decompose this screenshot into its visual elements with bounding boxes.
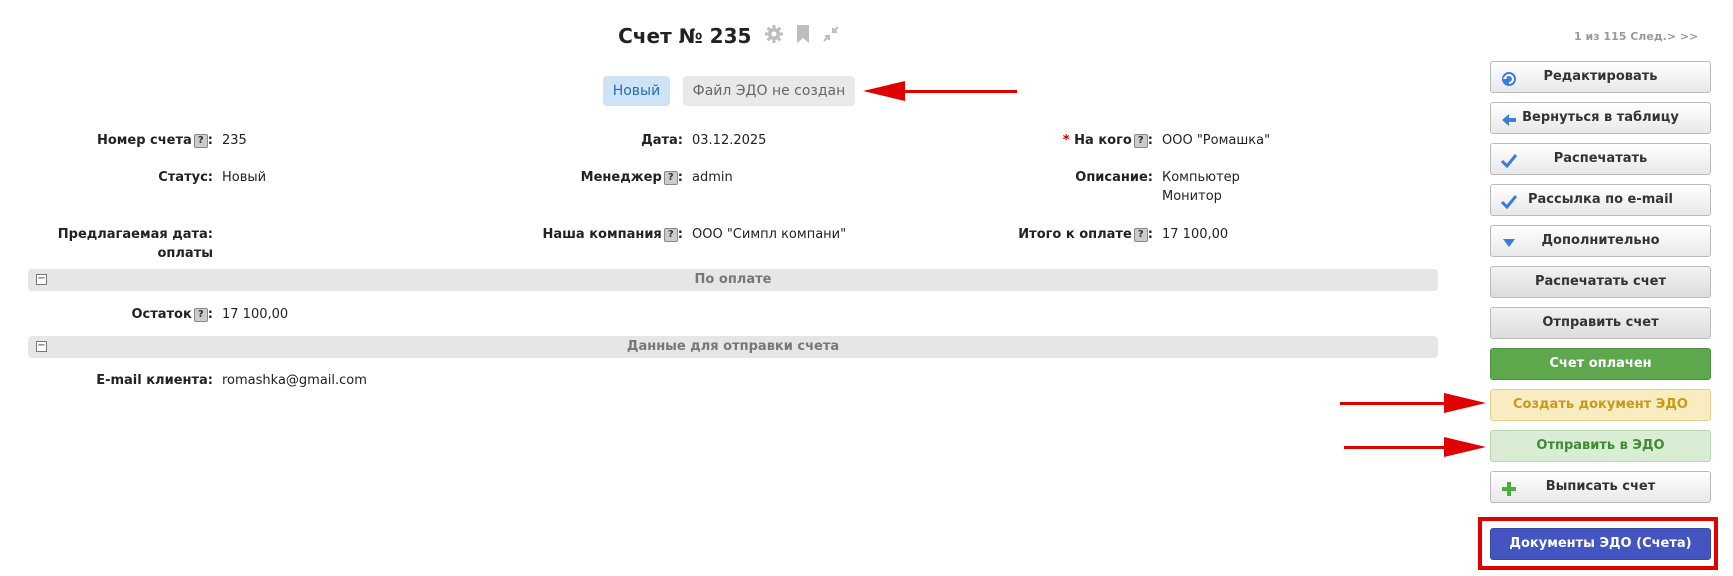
button-label: Редактировать bbox=[1543, 69, 1658, 84]
annotation-arrow-edo-file bbox=[863, 81, 1017, 101]
gear-icon[interactable] bbox=[764, 24, 784, 48]
section-send-data[interactable]: − Данные для отправки счета bbox=[28, 336, 1438, 358]
annotation-arrow-create-edo bbox=[1340, 393, 1486, 413]
our-company-value: ООО "Симпл компани" bbox=[692, 227, 847, 242]
print-button[interactable]: Распечатать bbox=[1490, 143, 1711, 175]
button-label: Дополнительно bbox=[1541, 233, 1660, 248]
help-icon[interactable]: ? bbox=[1133, 227, 1148, 242]
status-badges: Новый Файл ЭДО не создан bbox=[0, 76, 1458, 106]
back-to-table-button[interactable]: Вернуться в таблицу bbox=[1490, 102, 1711, 134]
help-icon[interactable]: ? bbox=[193, 307, 208, 322]
balance-label: Остаток?: bbox=[131, 307, 213, 322]
invoice-paid-button[interactable]: Счет оплачен bbox=[1490, 348, 1711, 380]
manager-label: Менеджер?: bbox=[580, 170, 683, 185]
status-badge: Новый bbox=[602, 76, 671, 106]
button-label: Распечатать bbox=[1553, 151, 1648, 166]
section-title: По оплате bbox=[694, 272, 772, 287]
recipient-label: * На кого?: bbox=[1062, 133, 1153, 148]
check-icon bbox=[1500, 192, 1518, 210]
print-invoice-button[interactable]: Распечатать счет bbox=[1490, 266, 1711, 298]
help-icon[interactable]: ? bbox=[1133, 133, 1148, 148]
description-line: Компьютер bbox=[1162, 170, 1240, 185]
client-email-value: romashka@gmail.com bbox=[222, 373, 367, 388]
create-edo-document-button[interactable]: Создать документ ЭДО bbox=[1490, 389, 1711, 421]
description-value: Компьютер Монитор bbox=[1162, 168, 1240, 206]
collapse-toggle-icon[interactable]: − bbox=[36, 341, 47, 352]
section-title: Данные для отправки счета bbox=[626, 339, 840, 354]
collapse-icon[interactable] bbox=[822, 25, 840, 47]
description-label: Описание: bbox=[1075, 170, 1153, 185]
email-send-button[interactable]: Рассылка по e-mail bbox=[1490, 184, 1711, 216]
client-email-label: E-mail клиента: bbox=[96, 373, 213, 388]
section-payment[interactable]: − По оплате bbox=[28, 269, 1438, 291]
edit-button[interactable]: Редактировать bbox=[1490, 61, 1711, 93]
plus-icon bbox=[1501, 479, 1517, 496]
refresh-icon bbox=[1501, 69, 1517, 86]
button-label: Выписать счет bbox=[1545, 479, 1656, 494]
total-label: Итого к оплате?: bbox=[1018, 227, 1153, 242]
proposed-date-label: Предлагаемая дата: оплаты bbox=[57, 227, 213, 261]
send-invoice-button[interactable]: Отправить счет bbox=[1490, 307, 1711, 339]
date-value: 03.12.2025 bbox=[692, 133, 767, 148]
pagination[interactable]: 1 из 115 След.> >> bbox=[1574, 30, 1698, 43]
help-icon[interactable]: ? bbox=[663, 227, 678, 242]
invoice-number-label: Номер счета?: bbox=[96, 133, 213, 148]
edo-documents-button[interactable]: Документы ЭДО (Счета) bbox=[1490, 528, 1711, 560]
required-mark: * bbox=[1062, 133, 1070, 148]
status-label: Статус: bbox=[158, 170, 213, 185]
more-button[interactable]: Дополнительно bbox=[1490, 225, 1711, 257]
total-value: 17 100,00 bbox=[1162, 227, 1229, 242]
manager-value: admin bbox=[692, 170, 733, 185]
page-header: Счет № 235 bbox=[0, 24, 1458, 48]
description-line: Монитор bbox=[1162, 189, 1222, 204]
collapse-toggle-icon[interactable]: − bbox=[36, 274, 47, 285]
button-label: Вернуться в таблицу bbox=[1522, 110, 1679, 125]
status-value: Новый bbox=[222, 170, 267, 185]
check-icon bbox=[1500, 151, 1518, 169]
date-label: Дата: bbox=[641, 133, 683, 148]
arrow-left-icon bbox=[1501, 110, 1517, 126]
annotation-arrow-send-edo bbox=[1344, 437, 1486, 457]
help-icon[interactable]: ? bbox=[663, 170, 678, 185]
send-to-edo-button[interactable]: Отправить в ЭДО bbox=[1490, 430, 1711, 462]
help-icon[interactable]: ? bbox=[193, 133, 208, 148]
triangle-down-icon bbox=[1501, 233, 1517, 249]
page-title: Счет № 235 bbox=[618, 24, 752, 48]
our-company-label: Наша компания?: bbox=[542, 227, 683, 242]
button-label: Рассылка по e-mail bbox=[1528, 192, 1673, 207]
bookmark-icon[interactable] bbox=[796, 24, 810, 48]
issue-invoice-button[interactable]: Выписать счет bbox=[1490, 471, 1711, 503]
balance-value: 17 100,00 bbox=[222, 307, 289, 322]
edo-file-badge: Файл ЭДО не создан bbox=[682, 76, 856, 106]
invoice-number-value: 235 bbox=[222, 133, 247, 148]
recipient-value: ООО "Ромашка" bbox=[1162, 133, 1271, 148]
